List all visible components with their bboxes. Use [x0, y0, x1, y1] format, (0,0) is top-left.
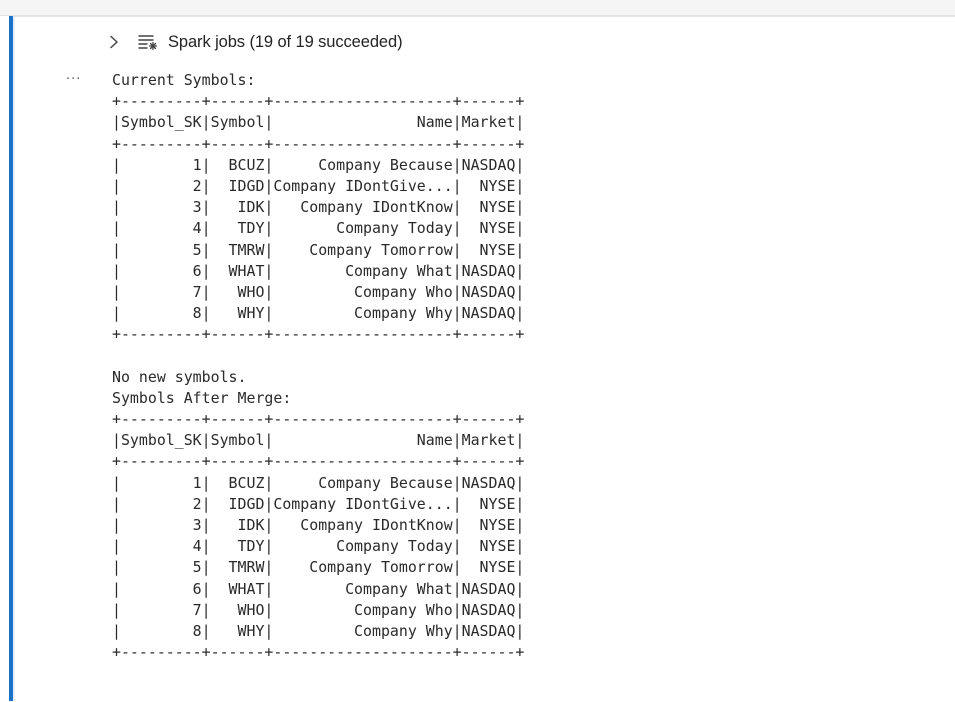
spark-jobs-list-icon: [138, 34, 158, 50]
output-line: +---------+------+--------------------+-…: [112, 452, 525, 471]
output-line: No new symbols.: [112, 367, 247, 386]
spark-jobs-toggle[interactable]: Spark jobs (19 of 19 succeeded): [108, 30, 403, 54]
cell-output-text: Current Symbols: +---------+------+------…: [112, 70, 524, 663]
output-line: +---------+------+--------------------+-…: [112, 325, 525, 344]
output-line: | 7| WHO| Company Who|NASDAQ|: [112, 282, 525, 301]
output-line: +---------+------+--------------------+-…: [112, 410, 525, 428]
output-line: | 1| BCUZ| Company Because|NASDAQ|: [112, 473, 525, 492]
output-line: | 5| TMRW| Company Tomorrow| NYSE|: [112, 558, 525, 577]
output-line: |Symbol_SK|Symbol| Name|Market|: [112, 431, 525, 450]
output-line: Symbols After Merge:: [112, 388, 292, 407]
output-line: Current Symbols:: [112, 71, 256, 89]
output-line: | 1| BCUZ| Company Because|NASDAQ|: [112, 155, 525, 174]
output-line: +---------+------+--------------------+-…: [112, 643, 525, 662]
output-line: | 8| WHY| Company Why|NASDAQ|: [112, 304, 525, 323]
output-line: | 3| IDK| Company IDontKnow| NYSE|: [112, 198, 525, 217]
output-line: |Symbol_SK|Symbol| Name|Market|: [112, 113, 525, 132]
output-line: | 5| TMRW| Company Tomorrow| NYSE|: [112, 240, 525, 259]
output-line: | 4| TDY| Company Today| NYSE|: [112, 219, 525, 238]
more-actions-button[interactable]: ···: [66, 72, 81, 87]
output-line: +---------+------+--------------------+-…: [112, 134, 525, 153]
top-bar: [0, 0, 955, 16]
output-line: | 6| WHAT| Company What|NASDAQ|: [112, 579, 525, 598]
output-line: | 2| IDGD|Company IDontGive...| NYSE|: [112, 176, 525, 195]
output-line: | 8| WHY| Company Why|NASDAQ|: [112, 621, 525, 640]
output-line: | 3| IDK| Company IDontKnow| NYSE|: [112, 515, 525, 534]
spark-jobs-label[interactable]: Spark jobs (19 of 19 succeeded): [168, 33, 403, 52]
output-line: | 7| WHO| Company Who|NASDAQ|: [112, 600, 525, 619]
output-line: +---------+------+--------------------+-…: [112, 92, 525, 111]
output-line: | 4| TDY| Company Today| NYSE|: [112, 537, 525, 556]
output-line: | 2| IDGD|Company IDontGive...| NYSE|: [112, 494, 525, 513]
chevron-right-icon[interactable]: [108, 34, 120, 50]
output-line: | 6| WHAT| Company What|NASDAQ|: [112, 261, 525, 280]
